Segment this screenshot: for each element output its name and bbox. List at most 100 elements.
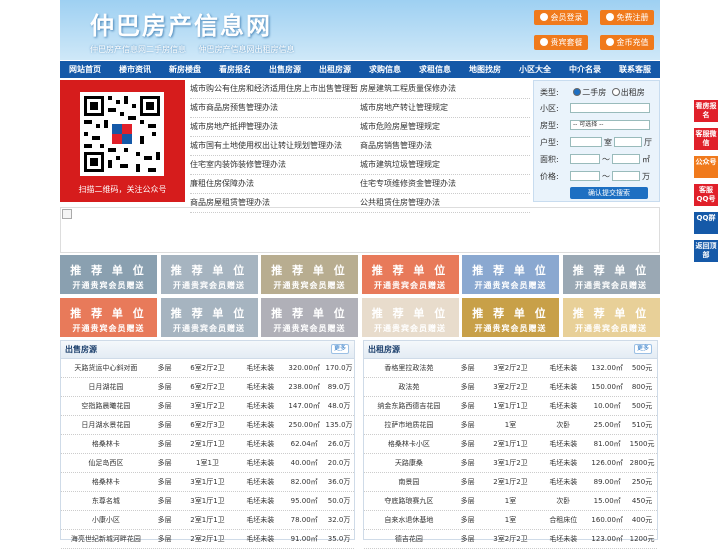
float-button[interactable]: QQ群 bbox=[694, 212, 718, 234]
float-button[interactable]: 返回顶部 bbox=[694, 240, 718, 262]
subtitle-link-sale[interactable]: 仲巴房产信息网二手房信息 bbox=[90, 45, 186, 54]
nav-item[interactable]: 地图找房 bbox=[460, 61, 510, 78]
ad-tile[interactable]: 推 荐 单 位开通贵宾会员赠送 bbox=[60, 298, 157, 337]
nav-item[interactable]: 新房楼盘 bbox=[160, 61, 210, 78]
ad-tile[interactable]: 推 荐 单 位开通贵宾会员赠送 bbox=[261, 298, 358, 337]
nav-item[interactable]: 出租房源 bbox=[310, 61, 360, 78]
float-button[interactable]: 看房报名 bbox=[694, 100, 718, 122]
price-min-input[interactable] bbox=[570, 171, 600, 181]
radio-sale[interactable]: 二手房 bbox=[573, 88, 606, 97]
table-cell: 89.0万 bbox=[327, 383, 351, 391]
table-cell: 2室1厅2卫 bbox=[493, 478, 528, 486]
table-row[interactable]: 格桑林卡 多层 2室1厅1卫 毛坯未装 62.04㎡ 26.0万 bbox=[61, 435, 354, 454]
policy-link[interactable]: 城市房地产抵押管理办法 bbox=[190, 118, 360, 136]
nav-item[interactable]: 出售房源 bbox=[260, 61, 310, 78]
ad-tile[interactable]: 推 荐 单 位开通贵宾会员赠送 bbox=[361, 255, 459, 294]
house-type-select[interactable]: -- 可选择 -- bbox=[570, 120, 650, 130]
nav-item[interactable]: 求租信息 bbox=[410, 61, 460, 78]
ad-tile[interactable]: 推 荐 单 位开通贵宾会员赠送 bbox=[160, 255, 258, 294]
search-submit-button[interactable]: 确认提交搜索 bbox=[570, 187, 648, 199]
banner-image[interactable] bbox=[60, 207, 660, 253]
site-title[interactable]: 仲巴房产信息网 bbox=[90, 6, 272, 41]
table-cell: 日月湖花园 bbox=[88, 383, 124, 391]
ad-tile-title: 推 荐 单 位 bbox=[271, 264, 348, 277]
table-row[interactable]: 夺底路琅赛九区 多层 1室 次卧 15.00㎡ 450元 bbox=[364, 492, 657, 511]
sale-more-button[interactable]: 更多 bbox=[330, 344, 349, 354]
nav-item[interactable]: 看房报名 bbox=[210, 61, 260, 78]
ad-tile[interactable]: 推 荐 单 位开通贵宾会员赠送 bbox=[60, 255, 157, 294]
table-row[interactable]: 拉萨市地质花园 多层 1室 次卧 25.00㎡ 510元 bbox=[364, 416, 657, 435]
vip-icon bbox=[539, 38, 548, 46]
table-row[interactable]: 政法苑 多层 3室2厅2卫 毛坯未装 150.00㎡ 800元 bbox=[364, 378, 657, 397]
table-row[interactable]: 仙足岛西区 多层 1室1卫 毛坯未装 40.00㎡ 20.0万 bbox=[61, 454, 354, 473]
table-cell: 238.00㎡ bbox=[288, 383, 320, 391]
nav-item[interactable]: 中介名录 bbox=[560, 61, 610, 78]
ad-tile[interactable]: 推 荐 单 位开通贵宾会员赠送 bbox=[562, 298, 660, 337]
table-cell: 126.00㎡ bbox=[591, 459, 623, 467]
ad-tile[interactable]: 推 荐 单 位开通贵宾会员赠送 bbox=[261, 255, 358, 294]
table-row[interactable]: 格桑林卡小区 多层 2室1厅1卫 毛坯未装 81.00㎡ 1500元 bbox=[364, 435, 657, 454]
nav-item[interactable]: 求购信息 bbox=[360, 61, 410, 78]
ad-tile[interactable]: 推 荐 单 位开通贵宾会员赠送 bbox=[462, 298, 559, 337]
table-row[interactable]: 日月湖水景花园 多层 6室2厅3卫 毛坯未装 250.00㎡ 135.0万 bbox=[61, 416, 354, 435]
recharge-button[interactable]: 金币充值 bbox=[600, 35, 654, 50]
table-cell: 48.0万 bbox=[327, 402, 351, 410]
table-cell: 南景园 bbox=[398, 478, 420, 486]
radio-rent[interactable]: 出租房 bbox=[611, 88, 645, 97]
table-row[interactable]: 日月湖花园 多层 6室2厅2卫 毛坯未装 238.00㎡ 89.0万 bbox=[61, 378, 354, 397]
table-cell: 135.0万 bbox=[325, 421, 353, 429]
table-row[interactable]: 天路货运中心斜对面 多层 6室2厅2卫 毛坯未装 320.00㎡ 170.0万 bbox=[61, 359, 354, 378]
link-row: 城市购公有住房和经济适用住房上市出售管理暂 房屋建筑工程质量保修办法 bbox=[190, 80, 530, 99]
table-row[interactable]: 自来水退休基地 多层 1室 合租床位 160.00㎡ 400元 bbox=[364, 511, 657, 530]
register-button[interactable]: 免费注册 bbox=[600, 10, 654, 25]
price-label: 价格: bbox=[540, 172, 559, 181]
table-row[interactable]: 东尊名城 多层 3室1厅1卫 毛坯未装 95.00㎡ 50.0万 bbox=[61, 492, 354, 511]
price-max-input[interactable] bbox=[612, 171, 640, 181]
table-cell: 3室2厅2卫 bbox=[493, 364, 528, 372]
table-row[interactable]: 空指路晨曦花园 多层 3室1厅2卫 毛坯未装 147.00㎡ 48.0万 bbox=[61, 397, 354, 416]
policy-link[interactable]: 城市商品房预售管理办法 bbox=[190, 99, 360, 117]
nav-item[interactable]: 楼市资讯 bbox=[110, 61, 160, 78]
policy-link[interactable]: 房屋建筑工程质量保修办法 bbox=[360, 80, 530, 98]
header: 仲巴房产信息网 仲巴房产信息网二手房信息 仲巴房产信息网出租房信息 会员登录 免… bbox=[60, 0, 660, 60]
table-cell: 20.0万 bbox=[327, 459, 351, 467]
login-button[interactable]: 会员登录 bbox=[534, 10, 588, 25]
room-select[interactable] bbox=[570, 137, 602, 147]
ad-tile[interactable]: 推 荐 单 位开通贵宾会员赠送 bbox=[462, 255, 559, 294]
policy-link[interactable]: 商品房销售管理办法 bbox=[360, 137, 530, 155]
hall-select[interactable] bbox=[614, 137, 642, 147]
community-input[interactable] bbox=[570, 103, 650, 113]
rent-more-button[interactable]: 更多 bbox=[633, 344, 652, 354]
table-row[interactable]: 格桑林卡 多层 3室1厅1卫 毛坯未装 82.00㎡ 36.0万 bbox=[61, 473, 354, 492]
table-cell: 毛坯未装 bbox=[549, 535, 578, 543]
vip-package-button[interactable]: 贵宾套餐 bbox=[534, 35, 588, 50]
subtitle-link-rent[interactable]: 仲巴房产信息网出租房信息 bbox=[199, 45, 295, 54]
policy-link[interactable]: 城市建筑垃圾管理规定 bbox=[360, 156, 530, 174]
table-row[interactable]: 香格里拉政法苑 多层 3室2厅2卫 毛坯未装 132.00㎡ 500元 bbox=[364, 359, 657, 378]
ad-tile[interactable]: 推 荐 单 位开通贵宾会员赠送 bbox=[562, 255, 660, 294]
area-min-input[interactable] bbox=[570, 154, 600, 164]
ad-tile[interactable]: 推 荐 单 位开通贵宾会员赠送 bbox=[160, 298, 258, 337]
table-row[interactable]: 小康小区 多层 2室1厅1卫 毛坯未装 78.00㎡ 32.0万 bbox=[61, 511, 354, 530]
policy-link[interactable]: 城市国有土地使用权出让转让规划管理办法 bbox=[190, 137, 360, 155]
float-button[interactable]: 客服微信 bbox=[694, 128, 718, 150]
float-button[interactable]: 客服QQ号 bbox=[694, 184, 718, 206]
policy-link[interactable]: 住宅专项维修资金管理办法 bbox=[360, 175, 530, 193]
area-max-input[interactable] bbox=[612, 154, 640, 164]
policy-link[interactable]: 城市房地产转让管理规定 bbox=[360, 99, 530, 117]
nav-item[interactable]: 网站首页 bbox=[60, 61, 110, 78]
ad-tile-title: 推 荐 单 位 bbox=[371, 264, 449, 277]
float-button[interactable]: 公众号 bbox=[694, 156, 718, 178]
ad-tile[interactable]: 推 荐 单 位开通贵宾会员赠送 bbox=[361, 298, 459, 337]
policy-link[interactable]: 廉租住房保障办法 bbox=[190, 175, 360, 193]
policy-link[interactable]: 城市危险房屋管理规定 bbox=[360, 118, 530, 136]
table-row[interactable]: 纳金东路西德吉花园 多层 1室1厅1卫 毛坯未装 10.00㎡ 500元 bbox=[364, 397, 657, 416]
table-row[interactable]: 天路康桑 多层 3室1厅2卫 毛坯未装 126.00㎡ 2800元 bbox=[364, 454, 657, 473]
policy-link[interactable]: 住宅室内装饰装修管理办法 bbox=[190, 156, 360, 174]
nav-item[interactable]: 联系客服 bbox=[610, 61, 660, 78]
sale-panel: 出售房源 更多 天路货运中心斜对面 多层 6室2厅2卫 毛坯未装 320.00㎡ 170.… bbox=[60, 340, 355, 549]
table-cell: 多层 bbox=[157, 478, 172, 486]
policy-link[interactable]: 城市购公有住房和经济适用住房上市出售管理暂 bbox=[190, 80, 360, 98]
nav-item[interactable]: 小区大全 bbox=[510, 61, 560, 78]
table-row[interactable]: 南景园 多层 2室1厅2卫 毛坯未装 89.00㎡ 250元 bbox=[364, 473, 657, 492]
